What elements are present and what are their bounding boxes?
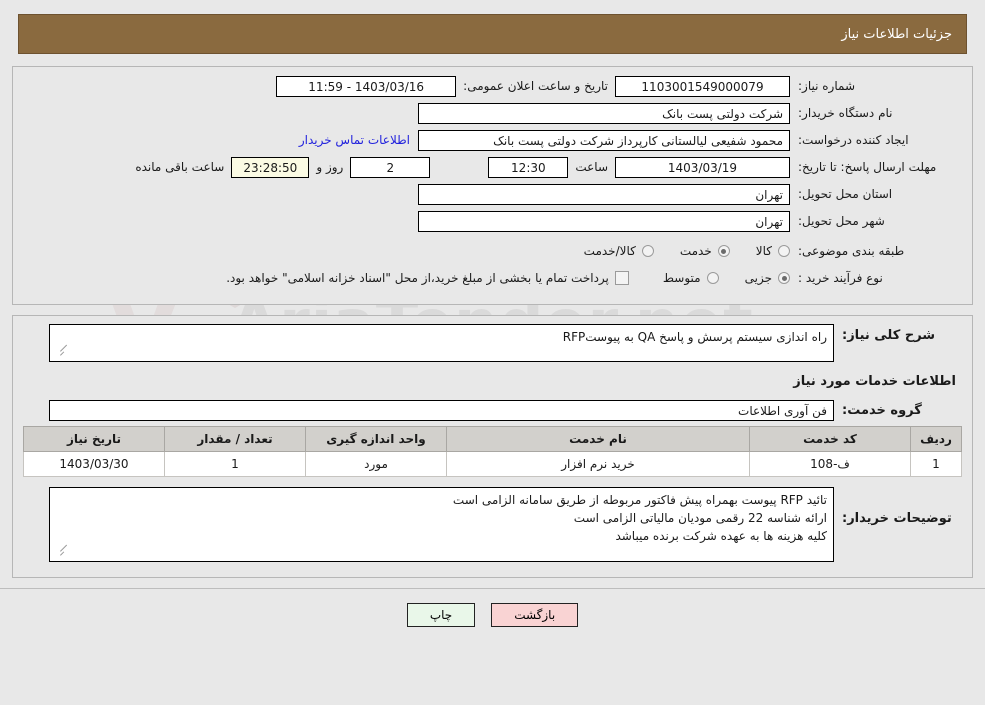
deadline-label: مهلت ارسال پاسخ: تا تاریخ: (798, 159, 937, 174)
table-row: 1 ف-108 خرید نرم افزار مورد 1 1403/03/30 (23, 451, 962, 477)
need-detail-panel: شرح کلی نیاز: راه اندازی سیستم پرسش و پا… (12, 315, 973, 578)
process-option-label: جزیی (744, 271, 772, 285)
services-section-heading: اطلاعات خدمات مورد نیاز (793, 374, 956, 389)
general-description-text: راه اندازی سیستم پرسش و پاسخ QA به پیوست… (562, 330, 827, 344)
cell-name: خرید نرم افزار (446, 451, 750, 477)
buyer-org-label: نام دستگاه خریدار: (798, 105, 893, 120)
resize-grip-icon (52, 544, 68, 560)
cell-qty: 1 (164, 451, 306, 477)
radio-icon[interactable] (641, 245, 654, 257)
need-number-label: شماره نیاز: (798, 78, 855, 93)
col-date: تاریخ نیاز (23, 426, 165, 452)
province-value: تهران (418, 183, 790, 205)
deadline-time-value: 12:30 (488, 156, 569, 178)
row-general-description: شرح کلی نیاز: راه اندازی سیستم پرسش و پا… (23, 324, 962, 362)
general-description-value: راه اندازی سیستم پرسش و پاسخ QA به پیوست… (49, 324, 834, 362)
category-option-label: خدمت (679, 244, 712, 258)
category-option-kala[interactable]: کالا (756, 244, 790, 258)
col-qty: تعداد / مقدار (164, 426, 306, 452)
province-label: استان محل تحویل: (798, 186, 893, 201)
need-summary-panel: شماره نیاز: 1103001549000079 تاریخ و ساع… (12, 66, 973, 305)
requester-value: محمود شفیعی لیالستانی کارپرداز شرکت دولت… (418, 129, 790, 151)
services-table: ردیف کد خدمت نام خدمت واحد اندازه گیری ت… (23, 426, 962, 477)
buyer-notes-label: توضیحات خریدار: (842, 511, 952, 526)
back-button[interactable]: بازگشت (491, 603, 579, 627)
need-number-value: 1103001549000079 (615, 75, 790, 97)
process-option-jozei[interactable]: جزیی (745, 271, 790, 285)
category-option-label: کالا/خدمت (583, 244, 636, 258)
category-option-label: کالا (755, 244, 772, 258)
requester-label: ایجاد کننده درخواست: (798, 132, 909, 147)
row-requester: ایجاد کننده درخواست: محمود شفیعی لیالستا… (23, 129, 962, 151)
row-deadline: مهلت ارسال پاسخ: تا تاریخ: 1403/03/19 سا… (23, 156, 962, 178)
treasury-bond-note: پرداخت تمام یا بخشی از مبلغ خرید،از محل … (226, 271, 609, 285)
cell-date: 1403/03/30 (23, 451, 165, 477)
row-need-number: شماره نیاز: 1103001549000079 تاریخ و ساع… (23, 75, 962, 97)
announce-date-value: 1403/03/16 - 11:59 (276, 75, 457, 97)
radio-icon[interactable] (778, 245, 790, 257)
cell-code: ف-108 (749, 451, 911, 477)
cell-unit: مورد (305, 451, 447, 477)
footer-divider (0, 588, 985, 589)
page-header-bar: جزئیات اطلاعات نیاز (18, 14, 967, 54)
page-title: جزئیات اطلاعات نیاز (841, 26, 952, 42)
buyer-notes-value: تائید RFP پیوست بهمراه پیش فاکتور مربوطه… (49, 487, 834, 562)
countdown-timer: 23:28:50 (231, 156, 310, 178)
days-label: روز و (316, 160, 344, 174)
announce-date-label: تاریخ و ساعت اعلان عمومی: (463, 79, 608, 93)
col-row: ردیف (910, 426, 962, 452)
deadline-hour-label: ساعت (575, 160, 608, 174)
city-value: تهران (418, 210, 790, 232)
general-description-label: شرح کلی نیاز: (842, 328, 936, 343)
col-code: کد خدمت (749, 426, 911, 452)
radio-icon[interactable] (706, 272, 719, 284)
buyer-note-line: ارائه شناسه 22 رقمی مودیان مالیاتی الزام… (573, 511, 827, 525)
radio-icon[interactable] (778, 272, 790, 284)
col-unit: واحد اندازه گیری (305, 426, 447, 452)
cell-row: 1 (910, 451, 962, 477)
row-province: استان محل تحویل: تهران (23, 183, 962, 205)
row-process-type: نوع فرآیند خرید : جزیی متوسط پرداخت تمام… (23, 267, 962, 289)
buyer-note-line: تائید RFP پیوست بهمراه پیش فاکتور مربوطه… (452, 493, 827, 507)
process-option-motevaset[interactable]: متوسط (663, 271, 719, 285)
col-name: نام خدمت (446, 426, 750, 452)
category-option-khedmat[interactable]: خدمت (680, 244, 730, 258)
row-buyer-org: نام دستگاه خریدار: شرکت دولتی پست بانک (23, 102, 962, 124)
buyer-contact-link[interactable]: اطلاعات تماس خریدار (291, 133, 418, 147)
service-group-label: گروه خدمت: (842, 402, 922, 418)
buyer-note-line: کلیه هزینه ها به عهده شرکت برنده میباشد (615, 529, 827, 543)
category-label: طبقه بندی موضوعی: (798, 243, 905, 258)
table-header-row: ردیف کد خدمت نام خدمت واحد اندازه گیری ت… (23, 426, 962, 452)
treasury-bond-checkbox[interactable] (614, 271, 629, 285)
row-category: طبقه بندی موضوعی: کالا خدمت کالا/خدمت (23, 240, 962, 262)
footer-actions: بازگشت چاپ (0, 603, 985, 627)
city-label: شهر محل تحویل: (798, 213, 885, 228)
category-radio-group: کالا خدمت کالا/خدمت (558, 244, 790, 258)
remaining-hours-label: ساعت باقی مانده (135, 160, 225, 174)
row-buyer-notes: توضیحات خریدار: تائید RFP پیوست بهمراه پ… (23, 487, 962, 562)
radio-icon[interactable] (717, 245, 730, 257)
process-radio-group: جزیی متوسط (637, 271, 790, 285)
category-option-kala-khedmat[interactable]: کالا/خدمت (584, 244, 654, 258)
service-group-value: فن آوری اطلاعات (49, 399, 834, 421)
row-service-group: گروه خدمت: فن آوری اطلاعات (23, 399, 962, 421)
process-option-label: متوسط (662, 271, 701, 285)
deadline-date-value: 1403/03/19 (615, 156, 790, 178)
row-city: شهر محل تحویل: تهران (23, 210, 962, 232)
days-remaining-value: 2 (350, 156, 431, 178)
resize-grip-icon (52, 344, 68, 360)
buyer-org-value: شرکت دولتی پست بانک (418, 102, 790, 124)
process-type-label: نوع فرآیند خرید : (798, 270, 883, 285)
print-button[interactable]: چاپ (406, 603, 476, 627)
